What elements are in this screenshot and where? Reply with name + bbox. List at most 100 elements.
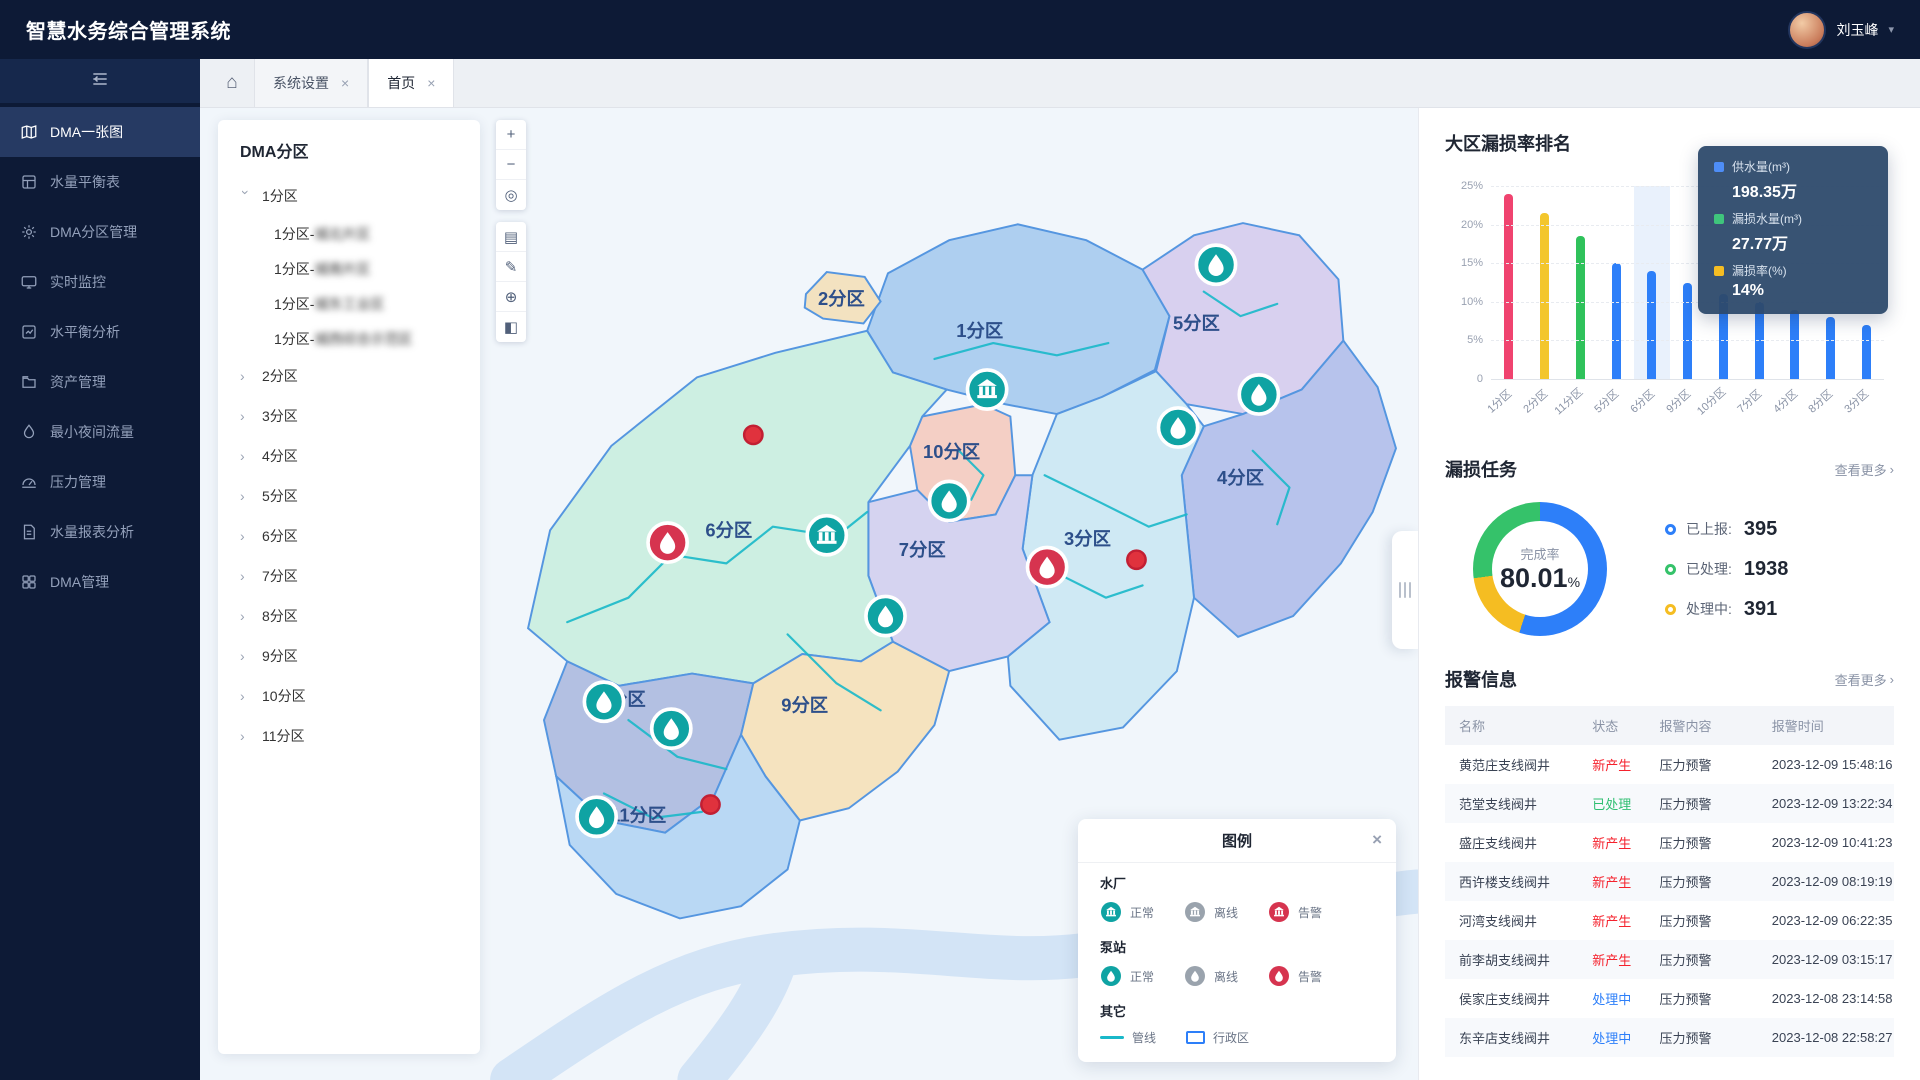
tree-node-2分区[interactable]: ›2分区 (218, 356, 480, 396)
pump-marker[interactable] (652, 709, 691, 748)
tree-node-1分区[interactable]: ›1分区 (218, 176, 480, 216)
panel-collapse-handle[interactable] (1392, 531, 1418, 649)
completion-donut-chart: 完成率 80.01% (1473, 502, 1607, 636)
balance-table-icon (20, 173, 38, 191)
tree-leaf[interactable]: 1分区-城北片区 (218, 216, 480, 251)
pump-alarm-icon (1268, 965, 1290, 987)
tree-leaf[interactable]: 1分区-城东工业区 (218, 286, 480, 321)
zoom-out-button[interactable]: − (496, 150, 526, 180)
pump-marker[interactable] (930, 481, 969, 520)
pump-marker[interactable] (866, 596, 905, 635)
district-label: 6分区 (705, 519, 752, 540)
tasks-title: 漏损任务 (1445, 456, 1517, 482)
tree-node-10分区[interactable]: ›10分区 (218, 676, 480, 716)
alarm-row[interactable]: 西许楼支线阀井新产生压力预警2023-12-09 08:19:19 (1445, 862, 1894, 901)
chevron-right-icon: › (240, 368, 252, 384)
ring-icon (1665, 604, 1676, 615)
alarm-row[interactable]: 黄范庄支线阀井新产生压力预警2023-12-09 15:48:16 (1445, 745, 1894, 784)
alarm-row[interactable]: 东辛店支线阀井处理中压力预警2023-12-08 22:58:27 (1445, 1018, 1894, 1057)
legend-item-离线: 离线 (1184, 901, 1238, 923)
alarm-row[interactable]: 盛庄支线阀井新产生压力预警2023-12-09 10:41:23 (1445, 823, 1894, 862)
tree-node-4分区[interactable]: ›4分区 (218, 436, 480, 476)
alarm-row[interactable]: 范堂支线阀井已处理压力预警2023-12-09 13:22:34 (1445, 784, 1894, 823)
user-menu[interactable]: 刘玉峰 ▾ (1788, 11, 1894, 49)
draw-button[interactable]: ✎ (496, 252, 526, 282)
plant-offline-icon (1184, 901, 1206, 923)
alarm-dot[interactable] (744, 426, 762, 444)
plant-marker[interactable] (968, 370, 1007, 409)
alarm-row[interactable]: 河湾支线阀井新产生压力预警2023-12-09 06:22:35 (1445, 901, 1894, 940)
sidebar-item-最小夜间流量[interactable]: 最小夜间流量 (0, 407, 200, 457)
tree-node-5分区[interactable]: ›5分区 (218, 476, 480, 516)
leak-tasks-section: 漏损任务 查看更多 › 完成率 80.01% 已上报:395已处理:1938处理… (1445, 456, 1894, 636)
tab-首页[interactable]: 首页× (368, 59, 454, 107)
pump-marker[interactable] (584, 682, 623, 721)
chevron-right-icon: › (240, 728, 252, 744)
locate-button[interactable]: ◎ (496, 180, 526, 210)
sidebar-item-资产管理[interactable]: 资产管理 (0, 357, 200, 407)
alarm-table: 名称状态报警内容报警时间 黄范庄支线阀井新产生压力预警2023-12-09 15… (1445, 706, 1894, 1057)
tree-node-6分区[interactable]: ›6分区 (218, 516, 480, 556)
task-legend-item: 处理中:391 (1665, 598, 1788, 621)
layers-button[interactable]: ▤ (496, 222, 526, 252)
alarm-dot[interactable] (1127, 551, 1145, 569)
plant-marker[interactable] (807, 516, 846, 555)
close-icon[interactable]: × (341, 75, 349, 91)
map-area[interactable]: 1分区2分区5分区4分区3分区10分区7分区6分区8分区9分区11分区 DMA分… (200, 108, 1418, 1080)
sidebar-item-压力管理[interactable]: 压力管理 (0, 457, 200, 507)
close-icon[interactable]: × (427, 75, 435, 91)
alarm-dot[interactable] (701, 795, 719, 813)
tree-leaf[interactable]: 1分区-城南片区 (218, 251, 480, 286)
task-legend-item: 已处理:1938 (1665, 558, 1788, 581)
locate-icon: ◎ (504, 186, 517, 204)
tree-node-7分区[interactable]: ›7分区 (218, 556, 480, 596)
close-icon[interactable]: × (1372, 830, 1382, 850)
user-name: 刘玉峰 (1836, 20, 1878, 40)
sidebar-item-DMA管理[interactable]: DMA管理 (0, 557, 200, 607)
sidebar-item-水平衡分析[interactable]: 水平衡分析 (0, 307, 200, 357)
redacted-text: 城北片区 (314, 224, 370, 244)
district-label: 7分区 (899, 539, 946, 560)
draw-icon: ✎ (505, 258, 518, 276)
district-label: 3分区 (1064, 528, 1111, 549)
avatar[interactable] (1788, 11, 1826, 49)
district-label: 2分区 (818, 288, 865, 309)
measure-button[interactable]: ⊕ (496, 282, 526, 312)
tree-node-11分区[interactable]: ›11分区 (218, 716, 480, 756)
pump-marker[interactable] (577, 797, 616, 836)
pump-marker[interactable] (1158, 408, 1197, 447)
tree-node-3分区[interactable]: ›3分区 (218, 396, 480, 436)
tree-leaf[interactable]: 1分区-城西综合示范区 (218, 321, 480, 356)
sidebar-item-DMA一张图[interactable]: DMA一张图 (0, 107, 200, 157)
bar-11分区: 11分区 (1562, 186, 1598, 379)
tree-node-8分区[interactable]: ›8分区 (218, 596, 480, 636)
night-flow-icon (20, 423, 38, 441)
app-title: 智慧水务综合管理系统 (26, 15, 231, 44)
home-button[interactable]: ⌂ (210, 59, 254, 107)
tab-系统设置[interactable]: 系统设置× (254, 59, 368, 107)
sidebar-item-实时监控[interactable]: 实时监控 (0, 257, 200, 307)
home-icon: ⌂ (226, 72, 237, 94)
pump-marker[interactable] (1196, 245, 1235, 284)
basemap-button[interactable]: ◧ (496, 312, 526, 342)
tree-node-9分区[interactable]: ›9分区 (218, 636, 480, 676)
right-panel: 大区漏损率排名 1分区2分区11分区5分区6分区9分区10分区7分区4分区8分区… (1418, 108, 1920, 1080)
alarm-column-header: 报警内容 (1652, 706, 1764, 745)
tasks-more-link[interactable]: 查看更多 › (1835, 460, 1894, 479)
sidebar-item-水量平衡表[interactable]: 水量平衡表 (0, 157, 200, 207)
pump-marker[interactable] (1239, 375, 1278, 414)
district-label: 4分区 (1217, 467, 1264, 488)
sidebar-item-水量报表分析[interactable]: 水量报表分析 (0, 507, 200, 557)
legend-section-title: 泵站 (1100, 937, 1374, 956)
alarm-row[interactable]: 侯家庄支线阀井处理中压力预警2023-12-08 23:14:58 (1445, 979, 1894, 1018)
pump-alarm-marker[interactable] (1028, 547, 1067, 586)
zoom-in-button[interactable]: + (496, 120, 526, 150)
sidebar-item-DMA分区管理[interactable]: DMA分区管理 (0, 207, 200, 257)
pump-alarm-marker[interactable] (648, 523, 687, 562)
sidebar-collapse-button[interactable] (0, 59, 200, 103)
bar-6分区: 6分区 (1634, 186, 1670, 379)
alarm-row[interactable]: 前李胡支线阀井新产生压力预警2023-12-09 03:15:17 (1445, 940, 1894, 979)
chart-tooltip: 供水量(m³)198.35万漏损水量(m³)27.77万漏损率(%)14% (1698, 146, 1888, 314)
alarms-more-link[interactable]: 查看更多 › (1835, 670, 1894, 689)
legend-title: 图例 (1222, 830, 1252, 851)
